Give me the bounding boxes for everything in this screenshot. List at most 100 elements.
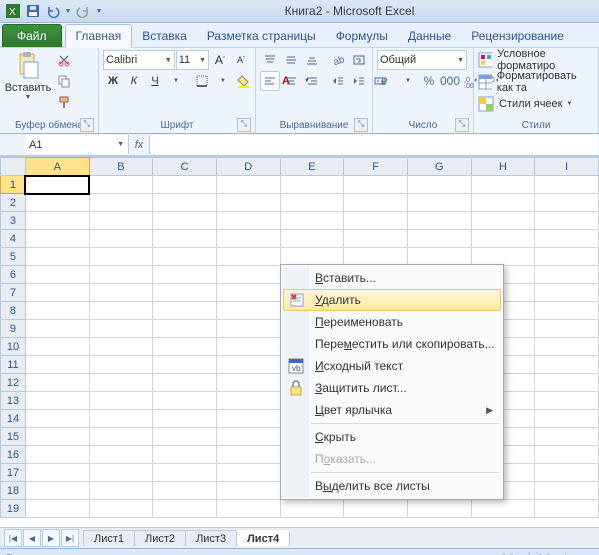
cell[interactable] — [216, 248, 280, 266]
cell[interactable] — [89, 374, 153, 392]
column-header[interactable]: D — [216, 158, 280, 176]
row-header[interactable]: 7 — [1, 284, 26, 302]
sheet-tab[interactable]: Лист3 — [185, 530, 237, 547]
cell[interactable] — [216, 194, 280, 212]
cell[interactable] — [535, 230, 599, 248]
column-header[interactable]: C — [153, 158, 217, 176]
cell[interactable] — [25, 230, 89, 248]
cell[interactable] — [535, 284, 599, 302]
cell[interactable] — [344, 248, 408, 266]
decrease-indent-button[interactable] — [328, 71, 348, 91]
cell[interactable] — [471, 176, 535, 194]
cell[interactable] — [344, 230, 408, 248]
cell[interactable] — [216, 410, 280, 428]
clipboard-launcher[interactable]: ⤡ — [80, 118, 94, 132]
column-header[interactable]: I — [535, 158, 599, 176]
cell[interactable] — [153, 320, 217, 338]
paste-button[interactable]: Вставить ▼ — [4, 50, 52, 103]
cut-button[interactable] — [54, 50, 74, 70]
cell[interactable] — [153, 194, 217, 212]
tab-insert[interactable]: Вставка — [132, 25, 197, 47]
sheet-nav-next[interactable]: ▶ — [42, 529, 60, 547]
cell[interactable] — [216, 482, 280, 500]
cell[interactable] — [89, 230, 153, 248]
wrap-text-button[interactable] — [349, 50, 369, 70]
cell[interactable] — [89, 482, 153, 500]
formula-input[interactable] — [149, 135, 598, 154]
cell[interactable] — [153, 302, 217, 320]
context-menu-item[interactable]: Переименовать — [283, 311, 501, 333]
context-menu-item[interactable]: Защитить лист... — [283, 377, 501, 399]
shrink-font-button[interactable]: Aˇ — [231, 50, 251, 70]
cell[interactable] — [280, 248, 344, 266]
cell[interactable] — [216, 302, 280, 320]
cell[interactable] — [25, 248, 89, 266]
row-header[interactable]: 3 — [1, 212, 26, 230]
cell[interactable] — [535, 320, 599, 338]
comma-button[interactable]: 000 — [440, 71, 460, 91]
cell[interactable] — [89, 428, 153, 446]
cell[interactable] — [216, 320, 280, 338]
row-header[interactable]: 19 — [1, 500, 26, 518]
font-launcher[interactable]: ⤡ — [237, 118, 251, 132]
cell[interactable] — [471, 194, 535, 212]
row-header[interactable]: 11 — [1, 356, 26, 374]
cell[interactable] — [535, 212, 599, 230]
cell[interactable] — [216, 392, 280, 410]
cell[interactable] — [153, 392, 217, 410]
cell[interactable] — [216, 338, 280, 356]
cell[interactable] — [153, 410, 217, 428]
cell[interactable] — [25, 176, 89, 194]
cell[interactable] — [407, 176, 471, 194]
sheet-nav-first[interactable]: |◀ — [4, 529, 22, 547]
align-top-button[interactable] — [260, 50, 280, 70]
name-box[interactable]: A1▼ — [25, 135, 129, 154]
cell[interactable] — [153, 500, 217, 518]
borders-dropdown[interactable]: ▼ — [213, 71, 233, 91]
row-header[interactable]: 18 — [1, 482, 26, 500]
column-header[interactable]: E — [280, 158, 344, 176]
cell[interactable] — [216, 446, 280, 464]
fx-icon[interactable]: fx — [129, 139, 149, 151]
cell[interactable] — [344, 212, 408, 230]
cell[interactable] — [25, 410, 89, 428]
cell[interactable] — [153, 284, 217, 302]
cell[interactable] — [25, 374, 89, 392]
column-header[interactable]: B — [89, 158, 153, 176]
cell[interactable] — [89, 320, 153, 338]
cell[interactable] — [407, 248, 471, 266]
font-size-select[interactable]: 11▼ — [176, 50, 209, 70]
cell[interactable] — [535, 302, 599, 320]
cell[interactable] — [344, 500, 408, 518]
sheet-tab[interactable]: Лист4 — [236, 530, 290, 547]
font-name-select[interactable]: Calibri▼ — [103, 50, 175, 70]
cell[interactable] — [25, 284, 89, 302]
accounting-dropdown[interactable]: ▼ — [398, 71, 418, 91]
context-menu-item[interactable]: Переместить или скопировать... — [283, 333, 501, 355]
grow-font-button[interactable]: Aˆ — [210, 50, 230, 70]
cell[interactable] — [25, 338, 89, 356]
cell[interactable] — [89, 356, 153, 374]
row-header[interactable]: 17 — [1, 464, 26, 482]
sheet-nav-last[interactable]: ▶| — [61, 529, 79, 547]
cell[interactable] — [280, 500, 344, 518]
cell[interactable] — [25, 464, 89, 482]
sheet-tab[interactable]: Лист1 — [83, 530, 135, 547]
italic-button[interactable]: К — [124, 71, 144, 91]
cell[interactable] — [280, 212, 344, 230]
orientation-button[interactable]: ab — [328, 50, 348, 70]
column-header[interactable]: F — [344, 158, 408, 176]
cell[interactable] — [407, 212, 471, 230]
cell[interactable] — [25, 194, 89, 212]
number-format-select[interactable]: Общий▼ — [377, 50, 467, 70]
cell[interactable] — [25, 428, 89, 446]
context-menu-item[interactable]: vbИсходный текст — [283, 355, 501, 377]
row-header[interactable]: 10 — [1, 338, 26, 356]
cell[interactable] — [216, 374, 280, 392]
cell[interactable] — [471, 230, 535, 248]
cell[interactable] — [535, 428, 599, 446]
copy-button[interactable] — [54, 71, 74, 91]
cell[interactable] — [153, 374, 217, 392]
cell[interactable] — [471, 248, 535, 266]
row-header[interactable]: 14 — [1, 410, 26, 428]
